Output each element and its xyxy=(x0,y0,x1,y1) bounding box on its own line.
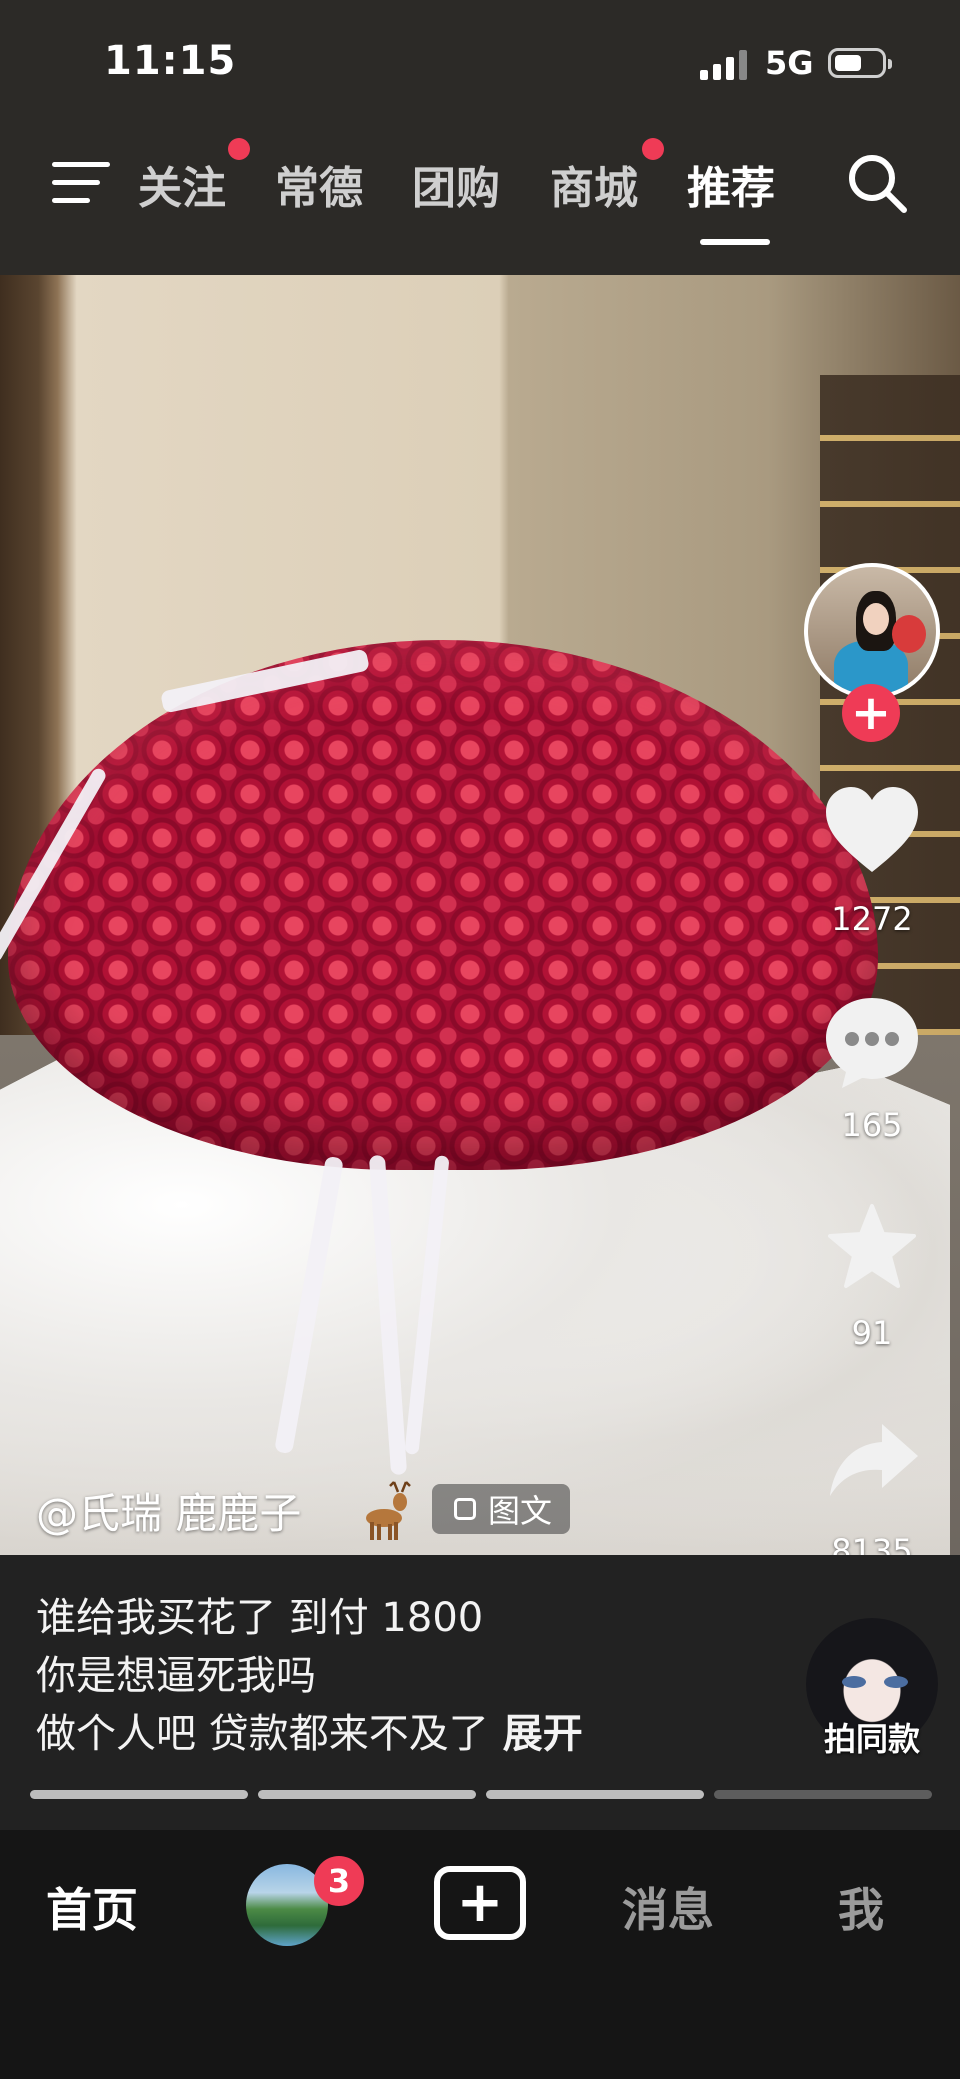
top-bar: 11:15 5G 关注 常德 团购 商城 推荐 xyxy=(0,0,960,275)
rose-bouquet xyxy=(8,640,878,1170)
comment-icon[interactable] xyxy=(822,994,922,1092)
like-count: 1272 xyxy=(831,900,913,938)
nav-me[interactable]: 我 xyxy=(838,1874,884,1940)
image-progress-segment xyxy=(714,1790,932,1799)
tab-mall[interactable]: 商城 xyxy=(550,152,638,216)
follow-button[interactable]: + xyxy=(842,684,900,742)
network-type: 5G xyxy=(765,44,814,82)
expand-link[interactable]: 展开 xyxy=(503,1711,583,1757)
battery-icon xyxy=(828,48,892,78)
notification-dot xyxy=(228,138,250,160)
image-progress-segment xyxy=(258,1790,476,1799)
tab-group-buy[interactable]: 团购 xyxy=(412,152,500,216)
friends-badge: 3 xyxy=(314,1856,364,1906)
same-style-button[interactable]: 拍同款 xyxy=(806,1714,938,1760)
active-tab-indicator xyxy=(700,239,770,245)
search-icon[interactable] xyxy=(846,152,908,214)
tab-recommended[interactable]: 推荐 xyxy=(687,152,775,216)
menu-icon[interactable] xyxy=(52,160,112,208)
post-type-tag: 图文 xyxy=(432,1484,571,1534)
image-progress-segment xyxy=(486,1790,704,1799)
image-post-icon xyxy=(454,1498,476,1520)
signal-icon xyxy=(700,48,747,80)
image-progress-segment xyxy=(30,1790,248,1799)
like-icon[interactable] xyxy=(822,784,922,876)
tab-following[interactable]: 关注 xyxy=(138,152,226,216)
notification-dot xyxy=(642,138,664,160)
favorite-star-icon[interactable] xyxy=(826,1202,918,1290)
caption-line: 谁给我买花了 到付 1800 xyxy=(36,1595,484,1641)
nav-home[interactable]: 首页 xyxy=(46,1874,138,1940)
author-name[interactable]: @氏瑞 鹿鹿子 xyxy=(36,1480,301,1541)
tab-local[interactable]: 常德 xyxy=(275,152,363,216)
status-time: 11:15 xyxy=(104,38,237,84)
deer-icon xyxy=(366,1481,411,1540)
comment-count: 165 xyxy=(841,1106,903,1144)
create-post-button[interactable]: + xyxy=(434,1866,526,1940)
caption-line: 你是想逼死我吗 xyxy=(36,1653,316,1699)
author-avatar[interactable] xyxy=(804,563,940,699)
share-icon[interactable] xyxy=(826,1420,922,1500)
nav-messages[interactable]: 消息 xyxy=(622,1874,714,1940)
favorite-count: 91 xyxy=(851,1314,893,1352)
caption-line: 做个人吧 贷款都来不及了 展开 xyxy=(36,1711,583,1757)
